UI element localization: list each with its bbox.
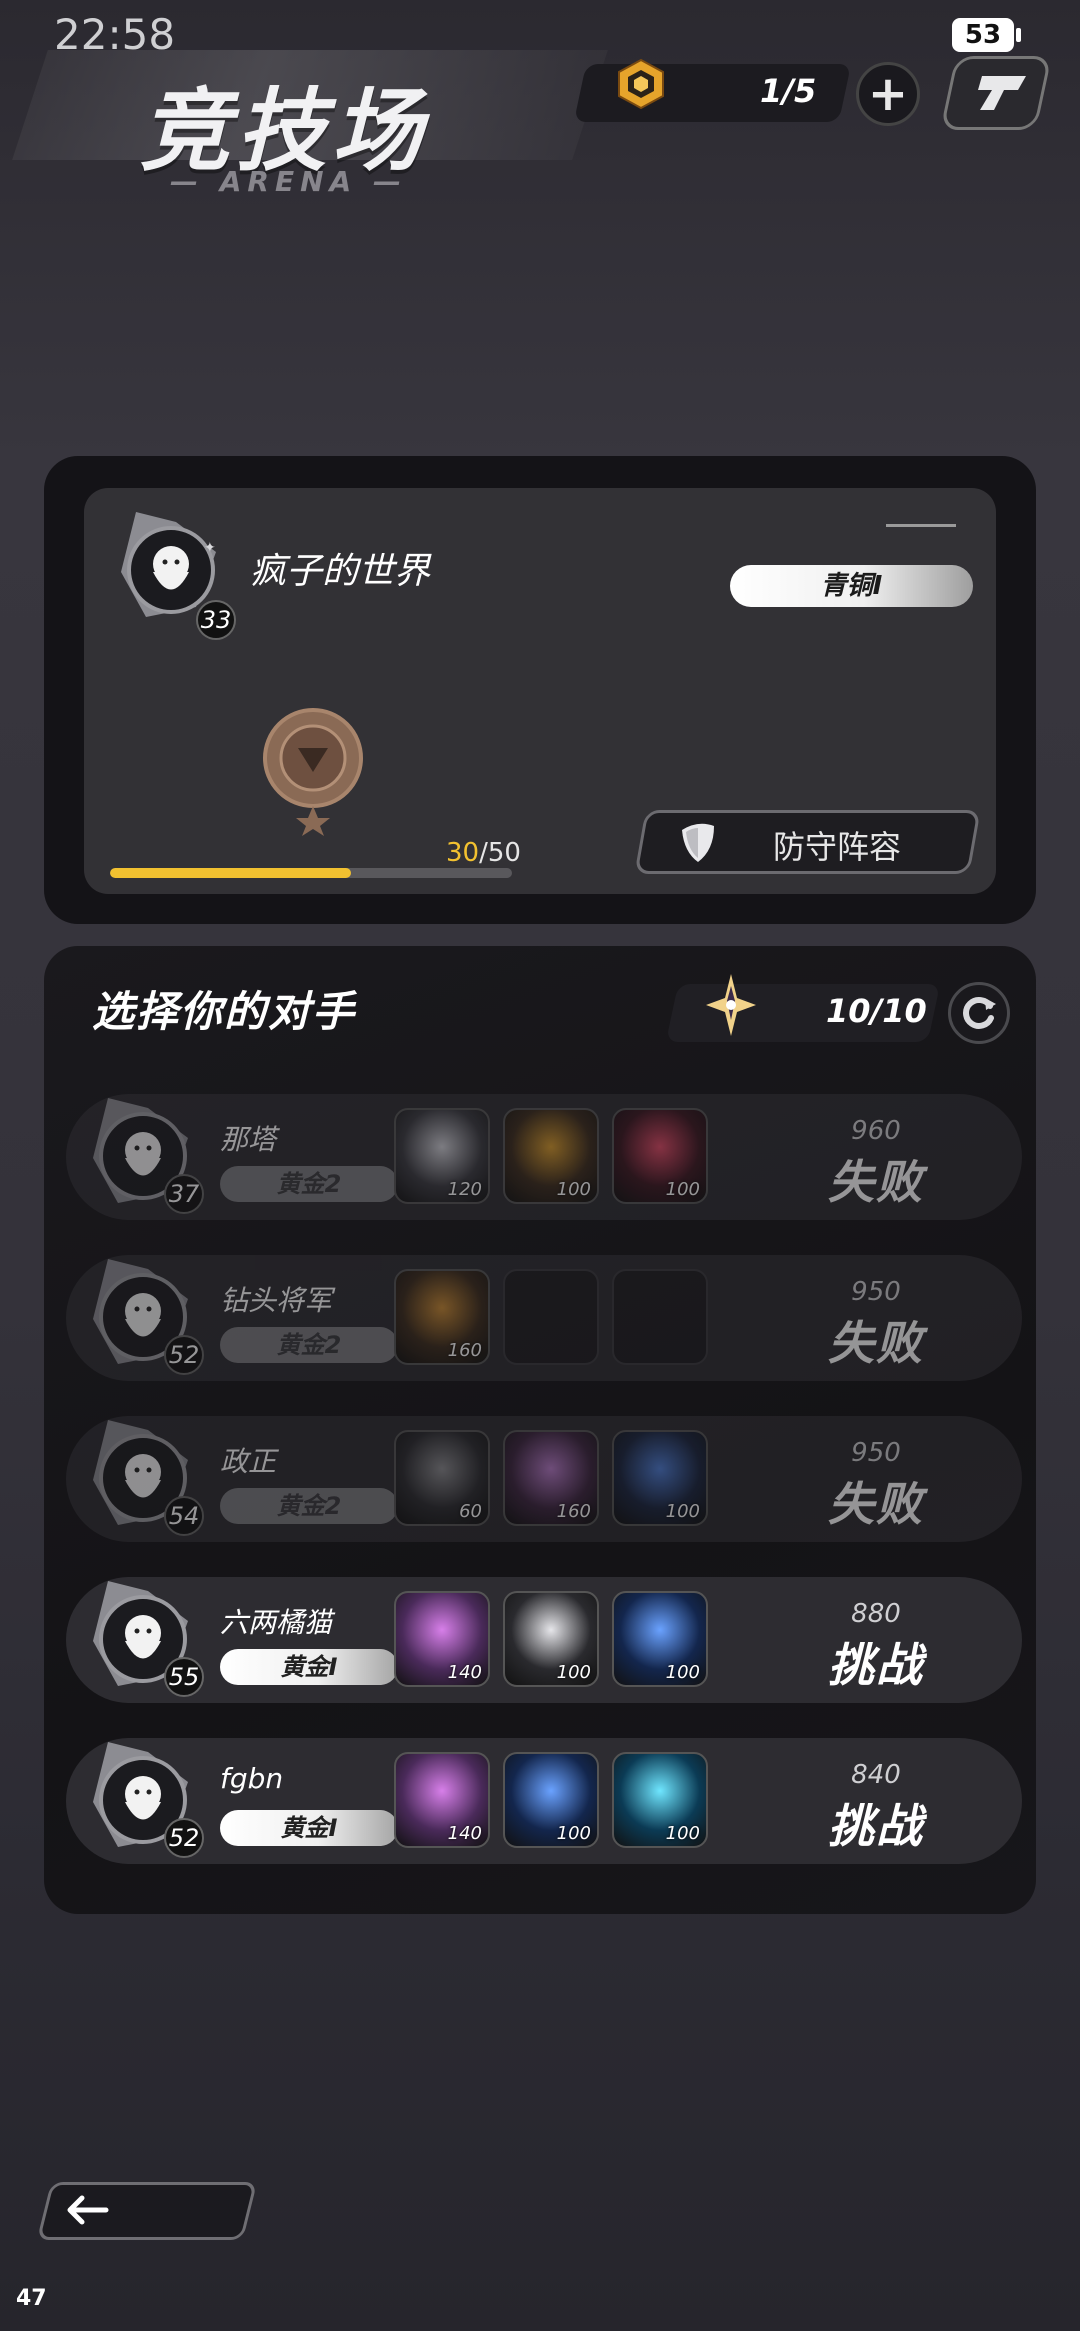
back-arrow-icon	[67, 2195, 109, 2225]
opponent-rank: 黄金2	[220, 1327, 398, 1363]
hero-level: 100	[665, 1823, 700, 1844]
opponent-rank: 黄金2	[220, 1166, 398, 1202]
plus-icon: +	[867, 66, 909, 122]
ticket-count: 1/5	[760, 72, 817, 110]
opponent-level: 52	[164, 1818, 204, 1858]
opponent-hero: 100	[503, 1108, 599, 1204]
opponent-hero: 60	[394, 1430, 490, 1526]
opponent-name: 钻头将军	[220, 1284, 333, 1317]
player-name: 疯子的世界	[250, 551, 431, 592]
page-subtitle: — ARENA —	[170, 165, 407, 198]
hero-level: 160	[556, 1501, 591, 1522]
hero-level: 100	[556, 1823, 591, 1844]
battery-icon: 53	[952, 18, 1014, 52]
fps-counter: 47	[16, 2286, 47, 2311]
opponent-hero: 100	[503, 1591, 599, 1687]
opponent-name: 六两橘猫	[220, 1606, 333, 1639]
svg-text:✦: ✦	[204, 540, 216, 556]
hero-level: 60	[459, 1501, 482, 1522]
challenge-count: 10/10	[826, 992, 927, 1030]
opponent-hero: 100	[612, 1752, 708, 1848]
opponent-name: 政正	[220, 1445, 277, 1478]
hero-level: 100	[556, 1179, 591, 1200]
opponent-score: 950	[851, 1277, 901, 1307]
empty-hero-slot	[612, 1269, 708, 1365]
player-rank: 青铜I	[730, 565, 973, 607]
refresh-button[interactable]	[948, 982, 1010, 1044]
opponent-score: 840	[851, 1760, 901, 1790]
defense-lineup-label: 防守阵容	[773, 828, 902, 866]
opponent-row[interactable]: 54 政正 黄金2 60 160 100 950 失败	[66, 1416, 1022, 1542]
hero-level: 120	[447, 1179, 482, 1200]
opponent-rank: 黄金I	[220, 1810, 398, 1846]
hero-level: 100	[556, 1662, 591, 1683]
opponent-rank: 黄金2	[220, 1488, 398, 1524]
rank-medal-icon	[263, 708, 363, 836]
battery-tip	[1016, 28, 1021, 42]
refresh-icon	[963, 997, 996, 1029]
hero-level: 100	[665, 1179, 700, 1200]
opponent-level: 54	[164, 1496, 204, 1536]
star-icon	[706, 974, 756, 1036]
opponent-name: 那塔	[220, 1123, 277, 1156]
opponent-level: 55	[164, 1657, 204, 1697]
opponent-row[interactable]: 37 那塔 黄金2 120 100 100 960 失败	[66, 1094, 1022, 1220]
opponent-score: 960	[851, 1116, 901, 1146]
progress-total: /50	[479, 838, 521, 868]
opponent-hero: 100	[612, 1108, 708, 1204]
shield-icon	[682, 823, 714, 862]
progress-current: 30	[446, 838, 480, 868]
opponent-hero: 120	[394, 1108, 490, 1204]
opponent-section-title: 选择你的对手	[92, 987, 357, 1036]
divider	[886, 524, 956, 527]
rank-progress-text: 30/50	[446, 838, 521, 868]
opponent-row[interactable]: 52 fgbn 黄金I 140 100 100 840 挑战	[66, 1738, 1022, 1864]
defeated-label: 失败	[828, 1477, 924, 1531]
challenge-button[interactable]: 挑战	[801, 1790, 951, 1856]
defeated-label: 失败	[828, 1316, 924, 1370]
hero-level: 140	[447, 1823, 482, 1844]
hero-level: 140	[447, 1662, 482, 1683]
opponent-hero: 160	[394, 1269, 490, 1365]
hero-level: 100	[665, 1662, 700, 1683]
opponent-level: 37	[164, 1174, 204, 1214]
opponent-row[interactable]: 52 钻头将军 黄金2 160 950 失败	[66, 1255, 1022, 1381]
logo-icon	[978, 76, 1026, 110]
opponent-rank: 黄金I	[220, 1649, 398, 1685]
player-level: 33	[196, 600, 236, 640]
opponent-hero: 140	[394, 1591, 490, 1687]
opponent-hero: 100	[612, 1591, 708, 1687]
opponent-row[interactable]: 55 六两橘猫 黄金I 140 100 100 880 挑战	[66, 1577, 1022, 1703]
opponent-hero: 160	[503, 1430, 599, 1526]
empty-hero-slot	[503, 1269, 599, 1365]
defeated-label: 失败	[828, 1155, 924, 1209]
opponent-name: fgbn	[220, 1762, 284, 1795]
rank-progress-bar	[110, 868, 512, 878]
challenge-button[interactable]: 挑战	[801, 1629, 951, 1695]
hero-level: 160	[447, 1340, 482, 1361]
opponent-score: 880	[851, 1599, 901, 1629]
ticket-icon	[618, 58, 664, 110]
opponent-hero: 100	[503, 1752, 599, 1848]
hero-level: 100	[665, 1501, 700, 1522]
opponent-level: 52	[164, 1335, 204, 1375]
rank-progress-fill	[110, 868, 352, 878]
add-ticket-button[interactable]: +	[856, 62, 920, 126]
opponent-hero: 100	[612, 1430, 708, 1526]
opponent-score: 950	[851, 1438, 901, 1468]
opponent-hero: 140	[394, 1752, 490, 1848]
